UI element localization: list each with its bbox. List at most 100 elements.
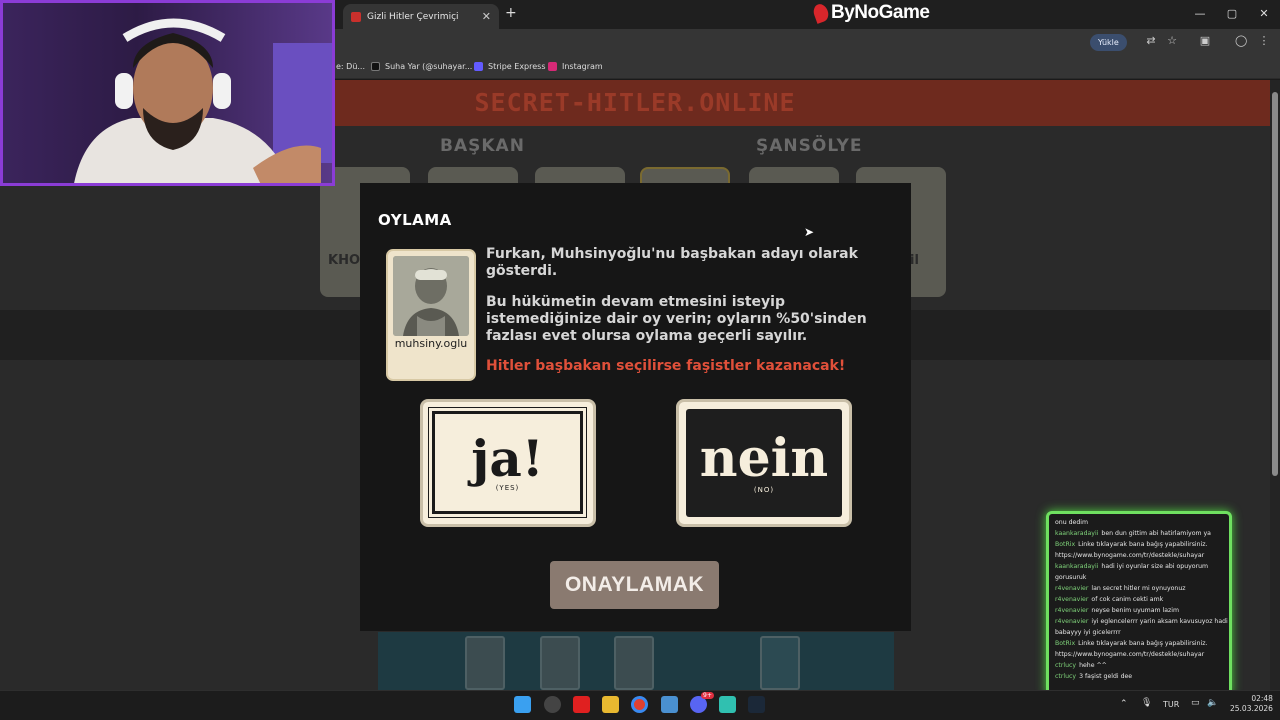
chrome-icon[interactable] (631, 696, 648, 713)
policy-card (540, 636, 580, 690)
chat-username: BotRix (1055, 640, 1076, 647)
chat-username: r4venavier (1055, 596, 1089, 603)
task-view-icon[interactable] (544, 696, 561, 713)
nein-ballot-subtitle: (NO) (753, 486, 775, 494)
nein-ballot-word: nein (699, 428, 829, 489)
policy-card (465, 636, 505, 690)
ja-ballot-card[interactable]: ja! (YES) (420, 399, 596, 527)
window-controls: — ▢ ✕ (1184, 0, 1280, 29)
bookmark-label: Suha Yar (@suhayar... (385, 62, 473, 71)
bookmark-label: e: Dü... (336, 62, 366, 71)
clock-date: 25.03.2026 (1230, 704, 1273, 713)
player-name-fragment: KHO (328, 253, 361, 268)
chat-message: r4venavier lan secret hitler mi oynuyonuz (1055, 583, 1229, 594)
chat-text: 3 faşist geldi dee (1079, 673, 1133, 680)
nominee-card: muhsiny.oglu (386, 249, 476, 381)
bookmark-label: Stripe Express (488, 62, 546, 71)
chat-text: ben dun gittim abi hatirlamiyom ya (1101, 530, 1211, 537)
browser-tab[interactable]: Gizli Hitler Çevrimiçi ✕ (343, 4, 499, 29)
profile-icon[interactable]: ◯ (1235, 35, 1247, 47)
chat-username: kaankaradayii (1055, 563, 1099, 570)
bookmark-item[interactable]: e: Dü... (336, 62, 365, 71)
chat-message: r4venavier of cok canim cekti amk (1055, 594, 1229, 605)
brand-logo: ByNoGame (811, 2, 930, 24)
chat-username: r4venavier (1055, 585, 1089, 592)
maximize-button[interactable]: ▢ (1216, 0, 1248, 29)
close-window-button[interactable]: ✕ (1248, 0, 1280, 29)
stream-chat-overlay: onu dedim kaankaradayii ben dun gittim abi… (1046, 511, 1232, 697)
ja-ballot-frame: ja! (YES) (428, 407, 587, 518)
nomination-message: Furkan, Muhsinyoğlu'nu başbakan adayı ol… (486, 246, 858, 279)
policy-card (614, 636, 654, 690)
chat-message-list: onu dedim kaankaradayii ben dun gittim abi… (1055, 517, 1229, 682)
microphone-icon[interactable]: 🎙 (1141, 698, 1152, 708)
taskbar-clock[interactable]: 02:48 25.03.2026 (1230, 694, 1273, 714)
network-icon[interactable]: ▭ (1191, 698, 1200, 708)
tiktok-icon (371, 62, 380, 71)
close-tab-icon[interactable]: ✕ (482, 10, 491, 23)
nein-ballot-card[interactable]: nein (NO) (676, 399, 852, 527)
bookmark-item[interactable]: Suha Yar (@suhayar... (371, 62, 472, 71)
nominee-name: muhsiny.oglu (394, 337, 468, 350)
bookmark-label: Instagram (562, 62, 603, 71)
chat-message: r4venavier iyi eglencelerrr yarin aksam k… (1055, 616, 1229, 638)
tab-title: Gizli Hitler Çevrimiçi (367, 11, 459, 22)
language-indicator[interactable]: TUR (1163, 700, 1179, 709)
steam-icon[interactable] (748, 696, 765, 713)
player-name-fragment: il (910, 253, 919, 268)
upload-button[interactable]: Yükle (1090, 34, 1127, 51)
nominee-portrait (393, 256, 469, 336)
chat-text: of cok canim cekti amk (1091, 596, 1164, 603)
president-label: BAŞKAN (440, 136, 525, 156)
volume-icon[interactable]: 🔈 (1207, 698, 1218, 708)
youtube-icon[interactable] (573, 696, 590, 713)
webcam-overlay (0, 0, 335, 186)
streamer-figure (74, 18, 321, 183)
whatsapp-icon[interactable] (719, 696, 736, 713)
bookmark-item[interactable]: Instagram (548, 62, 603, 71)
mouse-cursor-icon: ➤ (804, 225, 815, 239)
ja-ballot-word: ja! (471, 428, 544, 488)
confirm-vote-button[interactable]: ONAYLAMAK (550, 561, 719, 609)
chat-text: neyse benim uyumam lazim (1091, 607, 1179, 614)
tray-chevron-icon[interactable]: ⌃ (1120, 699, 1128, 709)
discord-badge: 9+ (701, 692, 714, 699)
network-tool-icon[interactable] (661, 696, 678, 713)
player-avatar-icon (393, 256, 469, 336)
policy-card (760, 636, 800, 690)
chat-message: onu dedim (1055, 517, 1229, 528)
extensions-icon[interactable]: ▣ (1199, 35, 1211, 47)
chat-username: r4venavier (1055, 618, 1089, 625)
instruction-message: Bu hükümetin devam etmesini isteyip iste… (486, 294, 867, 344)
file-explorer-icon[interactable] (602, 696, 619, 713)
chat-message: kaankaradayii hadi iyi oyunlar size abi o… (1055, 561, 1229, 583)
nein-ballot-frame: nein (NO) (686, 409, 842, 517)
chat-username: kaankaradayii (1055, 530, 1099, 537)
modal-title: OYLAMA (378, 211, 452, 229)
new-tab-button[interactable]: + (505, 5, 517, 21)
chat-message: kaankaradayii ben dun gittim abi hatirlam… (1055, 528, 1229, 539)
minimize-button[interactable]: — (1184, 0, 1216, 29)
instagram-icon (548, 62, 557, 71)
chancellor-label: ŞANSÖLYE (756, 136, 863, 156)
bookmark-star-icon[interactable]: ☆ (1166, 35, 1178, 47)
ja-ballot-subtitle: (YES) (495, 483, 520, 492)
chat-username: ctrlucy (1055, 673, 1077, 680)
translate-icon[interactable]: ⇄ (1145, 35, 1157, 47)
chat-text: Linke tıklayarak bana bağış yapabilirsin… (1055, 541, 1208, 559)
vote-modal: OYLAMA muhsiny.oglu Furkan, Muhsinyoğlu'… (360, 183, 911, 631)
chat-username: r4venavier (1055, 607, 1089, 614)
chat-message: BotRix Linke tıklayarak bana bağış yapabi… (1055, 638, 1229, 660)
chat-text: hehe ^^ (1079, 662, 1107, 669)
chat-username: BotRix (1055, 541, 1076, 548)
bookmark-item[interactable]: Stripe Express (474, 62, 546, 71)
stripe-icon (474, 62, 483, 71)
chat-message: BotRix Linke tıklayarak bana bağış yapabi… (1055, 539, 1229, 561)
menu-icon[interactable]: ⋮ (1258, 35, 1270, 47)
chat-message: ctrlucy 3 faşist geldi dee (1055, 671, 1229, 682)
chat-username: ctrlucy (1055, 662, 1077, 669)
scrollbar-thumb[interactable] (1272, 92, 1278, 476)
bynogame-logo-icon (811, 2, 831, 24)
start-menu-icon[interactable] (514, 696, 531, 713)
chat-text: onu dedim (1055, 519, 1089, 526)
